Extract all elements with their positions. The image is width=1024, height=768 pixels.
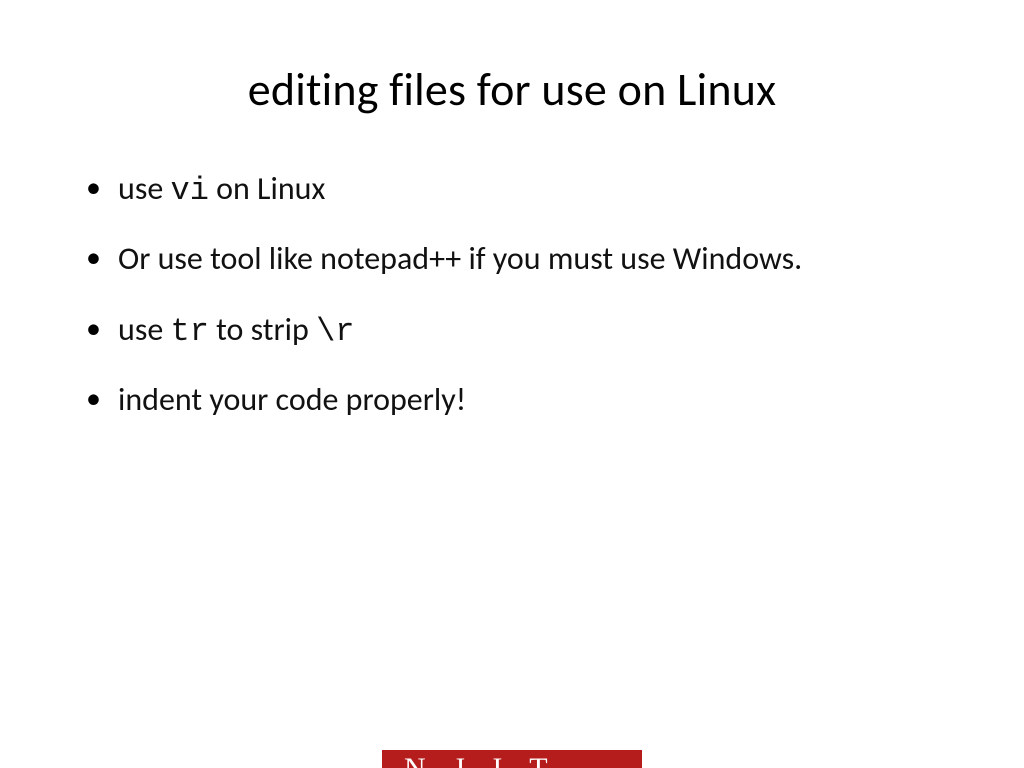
- bullet-text: to strip: [209, 310, 316, 349]
- bullet-text: Or use tool like notepad++ if you must u…: [118, 239, 802, 278]
- bullet-mono: tr: [170, 313, 208, 350]
- bullet-text: on Linux: [209, 169, 325, 208]
- bullet-text: indent your code properly!: [118, 380, 466, 419]
- bullet-text: use: [118, 310, 170, 349]
- bullet-text: use: [118, 169, 170, 208]
- bullet-mono: \r: [316, 313, 354, 350]
- slide-footer: 6-9-15 N J I T New Jersey Institute of T…: [0, 752, 1024, 768]
- slide: editing files for use on Linux use vi on…: [0, 62, 1024, 768]
- list-item: use tr to strip \r: [80, 307, 944, 355]
- slide-title: editing files for use on Linux: [0, 62, 1024, 118]
- bullet-list: use vi on Linux Or use tool like notepad…: [80, 166, 944, 426]
- logo-text: N J I T: [404, 752, 558, 768]
- list-item: indent your code properly!: [80, 377, 944, 425]
- bullet-mono: vi: [170, 172, 208, 209]
- list-item: use vi on Linux: [80, 166, 944, 214]
- list-item: Or use tool like notepad++ if you must u…: [80, 236, 944, 284]
- slide-body: use vi on Linux Or use tool like notepad…: [80, 166, 944, 426]
- njit-logo: N J I T New Jersey Institute of Technolo…: [382, 750, 642, 768]
